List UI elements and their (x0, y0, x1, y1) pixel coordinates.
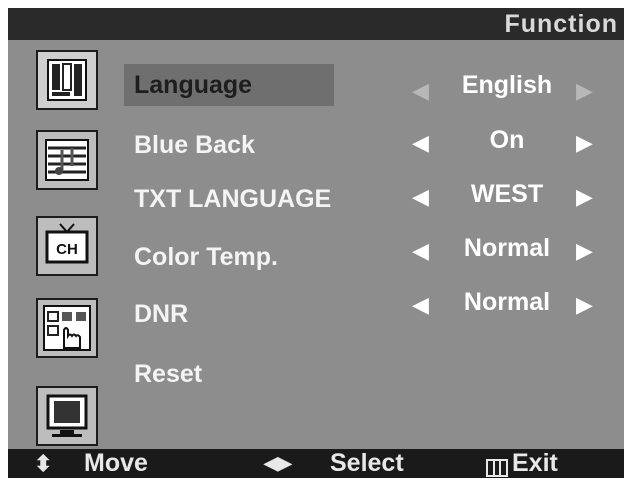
language-right-arrow[interactable]: ▶ (576, 78, 593, 104)
blue-back-left-arrow[interactable]: ◀ (412, 130, 429, 156)
blue-back-right-arrow[interactable]: ▶ (576, 130, 593, 156)
move-hint: Move (84, 449, 148, 477)
select-hint: Select (330, 449, 404, 477)
language-value: English (461, 71, 553, 99)
menu-item-language[interactable]: Language (134, 71, 252, 100)
menu-icon (486, 455, 508, 478)
menu-item-txt-language[interactable]: TXT LANGUAGE (134, 185, 331, 214)
dnr-left-arrow[interactable]: ◀ (412, 292, 429, 318)
txt-language-value: WEST (470, 180, 544, 208)
txt-language-left-arrow[interactable]: ◀ (412, 184, 429, 210)
color-temp-right-arrow[interactable]: ▶ (576, 238, 593, 264)
left-right-icon: ◀▶ (264, 449, 292, 478)
sound-icon[interactable] (36, 130, 98, 190)
channel-icon[interactable]: CH (36, 216, 98, 276)
function-icon[interactable] (36, 298, 98, 358)
channel-icon-label: CH (56, 241, 78, 258)
menu-item-reset[interactable]: Reset (134, 360, 202, 389)
screen-icon[interactable] (36, 386, 98, 446)
osd-menu: Function CH Language ◀ English ▶ Blue Ba… (8, 8, 624, 478)
left-arrow-icon: ◀ (264, 453, 278, 473)
menu-footer: ⬍ Move ◀▶ Select Exit (8, 449, 624, 478)
color-temp-value: Normal (463, 234, 551, 262)
blue-back-value: On (489, 126, 525, 154)
exit-hint: Exit (512, 449, 558, 477)
menu-item-blue-back[interactable]: Blue Back (134, 131, 255, 160)
menu-item-dnr[interactable]: DNR (134, 300, 188, 329)
menu-item-color-temp[interactable]: Color Temp. (134, 243, 278, 272)
color-temp-left-arrow[interactable]: ◀ (412, 238, 429, 264)
dnr-value: Normal (463, 288, 551, 316)
menu-header: Function (8, 8, 624, 40)
dnr-right-arrow[interactable]: ▶ (576, 292, 593, 318)
menu-title: Function (504, 10, 618, 38)
picture-icon[interactable] (36, 50, 98, 110)
language-left-arrow[interactable]: ◀ (412, 78, 429, 104)
right-arrow-icon: ▶ (277, 453, 292, 473)
up-down-icon: ⬍ (34, 451, 53, 476)
txt-language-right-arrow[interactable]: ▶ (576, 184, 593, 210)
